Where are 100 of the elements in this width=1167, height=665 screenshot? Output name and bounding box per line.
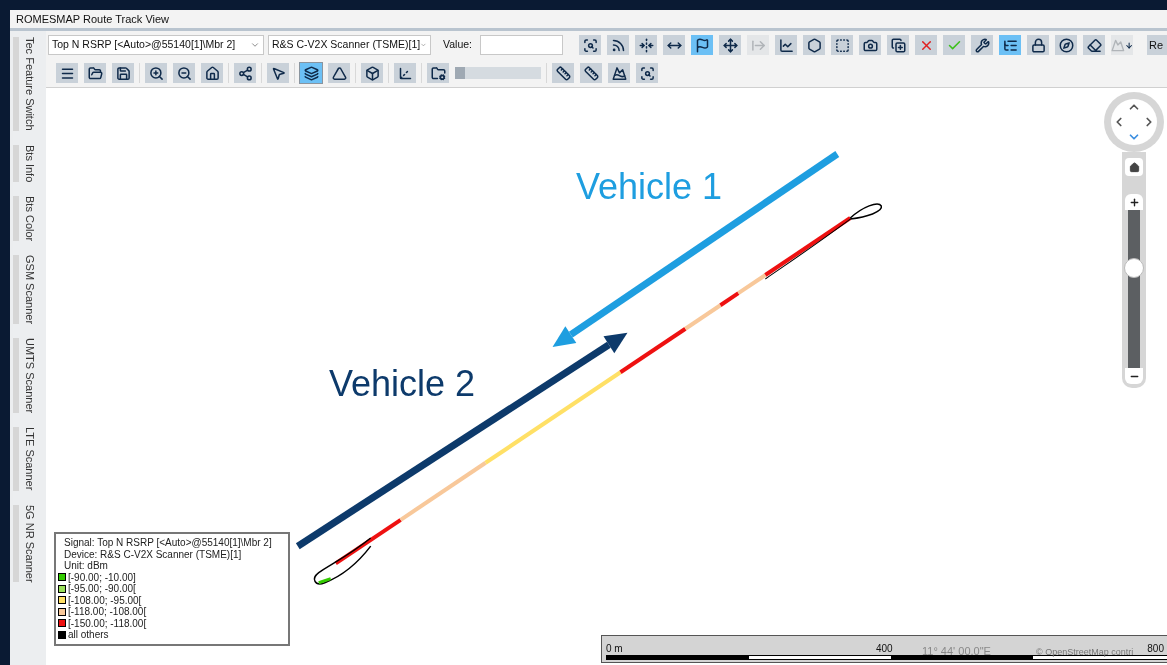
flag-icon: [694, 37, 710, 53]
toolbar-button[interactable]: [607, 35, 629, 55]
toolbar-button[interactable]: [999, 35, 1021, 55]
toolbar-button[interactable]: [663, 35, 685, 55]
shrink-horizontal-icon: [638, 37, 654, 53]
wrench-icon: [974, 37, 990, 53]
save-icon: [115, 65, 131, 81]
toolbar-button[interactable]: [145, 63, 167, 83]
toolbar-button[interactable]: [580, 63, 602, 83]
legend-item: [-118.00; -108.00[: [68, 606, 147, 618]
home-button[interactable]: [1125, 158, 1143, 176]
vehicle-label: Vehicle 2: [329, 364, 476, 404]
side-tab[interactable]: Bts Info: [10, 144, 46, 182]
toolbar-button[interactable]: [201, 63, 223, 83]
side-tab[interactable]: LTE Scanner: [10, 427, 46, 491]
toolbar-button[interactable]: [859, 35, 881, 55]
side-tab[interactable]: Tec Feature Switch: [10, 37, 46, 131]
toolbar-button[interactable]: [56, 63, 78, 83]
toolbar-button[interactable]: [361, 63, 383, 83]
toolbar-button[interactable]: [300, 63, 322, 83]
scale-end: 800: [1147, 643, 1164, 655]
toolbar-button[interactable]: [775, 35, 797, 55]
legend-unit: Unit: dBm: [64, 560, 109, 572]
toolbar-button[interactable]: [887, 35, 909, 55]
add-copy-icon: [890, 37, 906, 53]
toolbar-button[interactable]: [831, 35, 853, 55]
zoom-in-icon: [148, 65, 164, 81]
legend-item: [-150.00; -118.00[: [68, 617, 147, 629]
list-tree-icon: [1002, 37, 1018, 53]
legend-item: [-108.00; -95.00[: [68, 594, 142, 606]
zoom-out-button[interactable]: [1125, 368, 1143, 384]
folder-gear-icon: [430, 65, 446, 81]
cube-icon: [364, 65, 380, 81]
value-label: Value:: [443, 37, 472, 53]
toolbar-button[interactable]: [803, 35, 825, 55]
toolbar-button[interactable]: Re: [1147, 35, 1167, 55]
side-tab[interactable]: Bts Color: [10, 195, 46, 242]
home-icon: [204, 65, 220, 81]
toolbar-button[interactable]: [636, 63, 658, 83]
camera-icon: [862, 37, 878, 53]
lock-icon: [1030, 37, 1046, 53]
side-tab[interactable]: 5G NR Scanner: [10, 504, 46, 583]
toolbar-button[interactable]: [971, 35, 993, 55]
toolbar-button[interactable]: [719, 35, 741, 55]
toolbar-button[interactable]: [1055, 35, 1077, 55]
legend-item: [-90.00; -10.00]: [68, 571, 136, 583]
toolbar-button[interactable]: [267, 63, 289, 83]
axis-3d-icon: [397, 65, 413, 81]
legend-signal: Signal: Top N RSRP [<Auto>@55140[1]\Mbr 2]: [64, 537, 273, 549]
network-icon: [237, 65, 253, 81]
hexagon-icon: [806, 37, 822, 53]
triangle-icon: [331, 65, 347, 81]
slider-thumb[interactable]: [455, 67, 465, 79]
toolbar-button[interactable]: [394, 63, 416, 83]
zoom-area-icon: [582, 37, 598, 53]
vehicle-label: Vehicle 1: [576, 167, 723, 207]
compass-icon: [1058, 37, 1074, 53]
device-dropdown[interactable]: R&S C-V2X Scanner (TSME)[1]: [268, 35, 431, 55]
pointer-icon: [270, 65, 286, 81]
toolbar-button[interactable]: [328, 63, 350, 83]
mountain-icon: [1111, 37, 1125, 53]
move-icon: [722, 37, 738, 53]
open-folder-icon: [87, 65, 103, 81]
toolbar-button[interactable]: [84, 63, 106, 83]
toolbar-button[interactable]: [112, 63, 134, 83]
toolbar-button[interactable]: [234, 63, 256, 83]
menu-icon: [59, 65, 75, 81]
zoom-area-icon: [639, 65, 655, 81]
home-icon: [1128, 161, 1140, 173]
toolbar-button[interactable]: [552, 63, 574, 83]
toolbar-button[interactable]: [691, 35, 713, 55]
map-attribution: © OpenStreetMap contri: [1036, 646, 1134, 658]
layers-icon: [303, 65, 319, 81]
zoom-slider-thumb[interactable]: [1124, 258, 1144, 279]
toolbar-button[interactable]: [1027, 35, 1049, 55]
legend-device: Device: R&S C-V2X Scanner (TSME)[1]: [64, 548, 243, 560]
value-field[interactable]: [480, 35, 563, 55]
legend-item: [-95.00; -90.00[: [68, 583, 136, 595]
toolbar-button[interactable]: [579, 35, 601, 55]
map-coordinate: 11° 44' 00.0"E: [922, 645, 991, 657]
mountains-icon: [611, 65, 627, 81]
toolbar-slider[interactable]: [455, 67, 541, 79]
map-canvas[interactable]: [46, 87, 1167, 665]
legend-item: all others: [68, 629, 109, 641]
side-tab[interactable]: UMTS Scanner: [10, 338, 46, 414]
dashed-square-icon: [834, 37, 850, 53]
toolbar-button[interactable]: [427, 63, 449, 83]
zoom-in-button[interactable]: [1125, 194, 1143, 210]
scale-start: 0 m: [606, 643, 623, 655]
toolbar-button[interactable]: [635, 35, 657, 55]
toolbar-button[interactable]: [608, 63, 630, 83]
side-tab[interactable]: GSM Scanner: [10, 255, 46, 325]
toolbar-button[interactable]: [173, 63, 195, 83]
toolbar-button[interactable]: [1083, 35, 1105, 55]
ruler-icon: [555, 65, 571, 81]
signal-dropdown[interactable]: Top N RSRP [<Auto>@55140[1]\Mbr 2]: [48, 35, 264, 55]
dropdown-caret-icon: [250, 40, 260, 50]
zoom-out-icon: [176, 65, 192, 81]
signal-rays-icon: [610, 37, 626, 53]
line-chart-icon: [778, 37, 794, 53]
